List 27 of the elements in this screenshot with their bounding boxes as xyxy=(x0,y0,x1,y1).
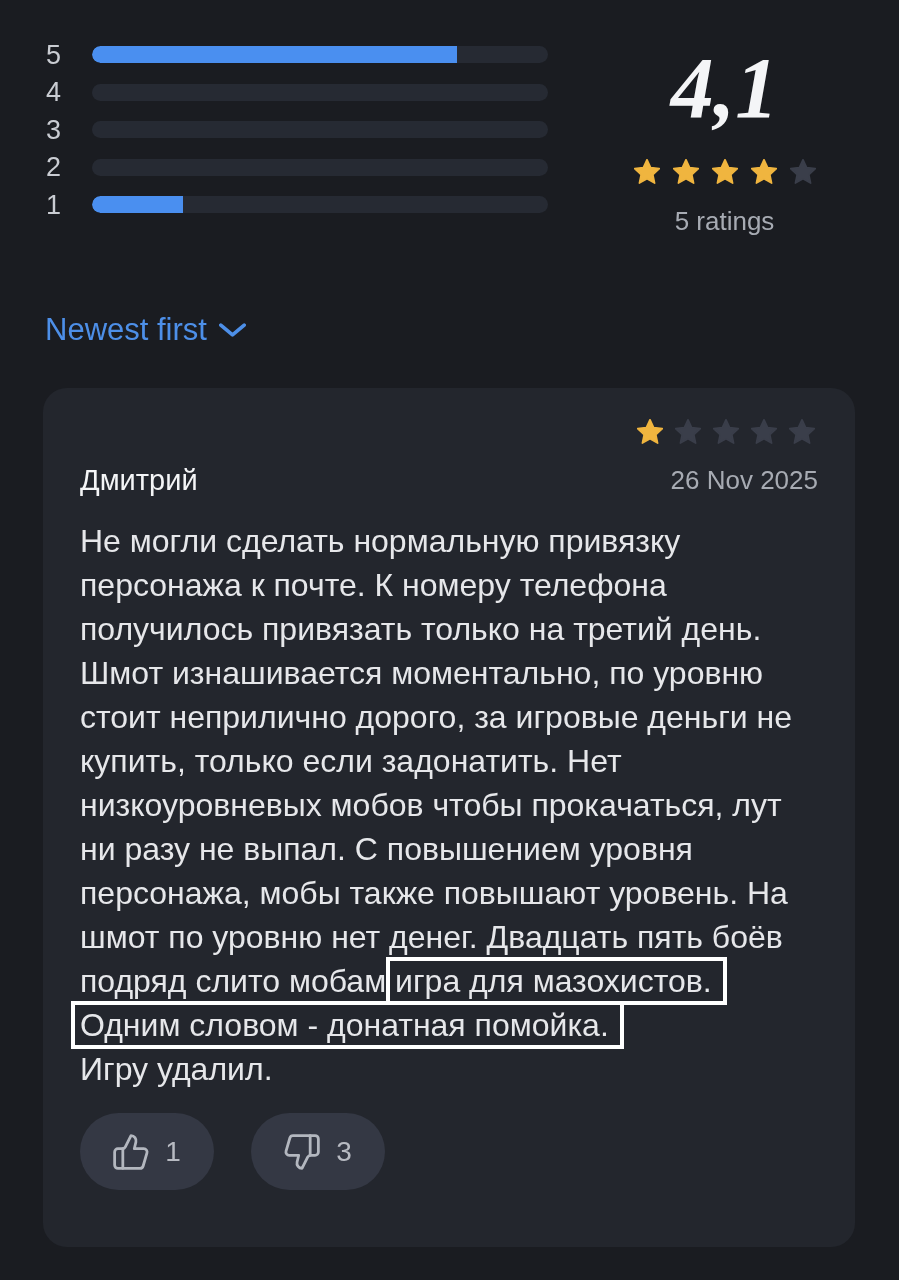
filled-star-icon xyxy=(711,159,738,184)
ratings-count: 5 ratings xyxy=(674,205,775,237)
star-level-label: 5 xyxy=(46,38,63,71)
like-button[interactable]: 1 xyxy=(80,1113,214,1190)
filled-star-icon xyxy=(637,419,663,444)
review-text: Игру удалил. xyxy=(80,1050,274,1089)
unfilled-star-icon xyxy=(675,419,701,444)
star-level-label: 2 xyxy=(46,151,63,184)
thumbs-up-icon xyxy=(113,1133,150,1170)
thumbs-down-icon xyxy=(284,1133,321,1170)
unfilled-star-icon xyxy=(789,159,816,184)
filled-star-icon xyxy=(672,159,699,184)
sort-dropdown[interactable]: Newest first xyxy=(45,310,246,350)
unfilled-star-icon xyxy=(789,419,815,444)
chevron-down-icon xyxy=(218,323,246,337)
unfilled-star-icon xyxy=(713,419,739,444)
filled-star-icon xyxy=(633,159,660,184)
review-text: Не могли сделать нормальную привязку персонажа к почте. К номеру телефона получилось привязать только на третий день. Шмот изнашивается моментально, по уровню стоит неприлично дорого, за игровые деньги не купить, только если задонатить. Нет низкоуровневых мобов чтобы прокачаться, лут ни разу не выпал. С повышением уровня персонажа, мобы также повышают уровень. На шмот по уровню нет денег. Двадцать пять боёв подряд слито мобам игра для мазохистов. Одним словом - донатная помойка. xyxy=(80,522,794,1045)
dislike-button[interactable]: 3 xyxy=(251,1113,385,1190)
average-rating: 4,1 xyxy=(670,45,779,131)
unfilled-star-icon xyxy=(751,419,777,444)
reviewer-name: Дмитрий xyxy=(80,463,198,498)
star-level-label: 1 xyxy=(46,188,63,221)
review-date: 26 Nov 2025 xyxy=(670,464,818,497)
star-level-label: 4 xyxy=(46,76,63,109)
filled-star-icon xyxy=(750,159,777,184)
star-level-label: 3 xyxy=(46,113,63,146)
